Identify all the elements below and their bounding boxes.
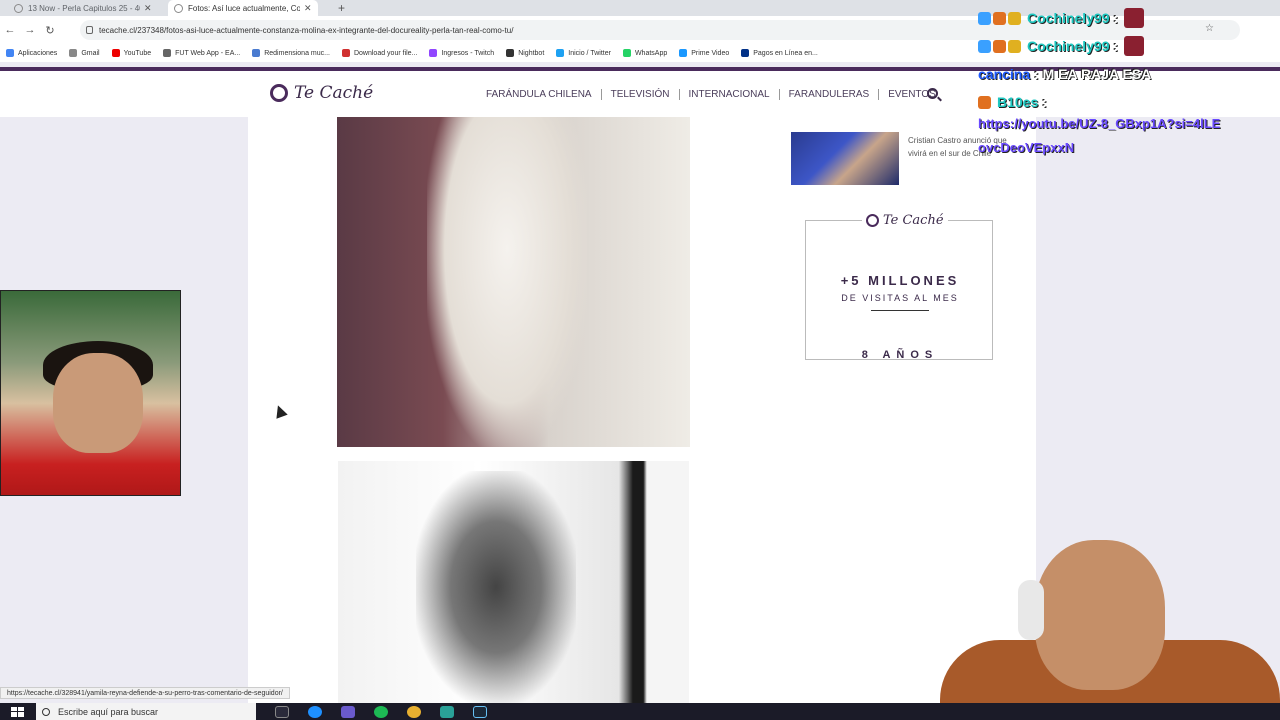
spotify-icon[interactable]: [374, 705, 388, 718]
bookmark-item[interactable]: Ingresos - Twitch: [429, 49, 494, 57]
ea-icon: [163, 49, 172, 57]
apps-icon: [6, 49, 14, 57]
bookmark-item[interactable]: Download your file...: [341, 49, 417, 57]
chat-message: Cochinely99 :: [978, 32, 1278, 60]
bookmark-item[interactable]: WhatsApp: [622, 49, 667, 57]
app-icon[interactable]: [341, 705, 355, 718]
os-taskbar: Escribe aquí para buscar: [0, 703, 1280, 720]
webcam-overlay-right: [940, 520, 1280, 703]
tab-tecache[interactable]: Fotos: Así luce actualmente, Co ✕: [168, 0, 318, 16]
chat-message: Cochinely99 :: [978, 4, 1278, 32]
whatsapp-icon: [622, 49, 631, 57]
bookmark-item[interactable]: Prime Video: [679, 49, 729, 57]
promo-headline: +5 MILLONES: [840, 273, 960, 288]
bookmark-item[interactable]: FUT Web App - EA...: [163, 49, 240, 57]
badge-icon: [978, 11, 991, 25]
steam-icon[interactable]: [473, 705, 487, 718]
promo-divider: [871, 310, 929, 311]
lock-icon: [86, 26, 93, 34]
badge-icon: [993, 39, 1006, 53]
close-icon[interactable]: ✕: [304, 3, 312, 14]
taskbar-search-field[interactable]: Escribe aquí para buscar: [36, 703, 256, 720]
link-status-bar: https://tecache.cl/328941/yamila-reyna-d…: [0, 687, 290, 699]
chat-username: B10es: [997, 94, 1039, 110]
taskbar-search-placeholder: Escribe aquí para buscar: [58, 706, 159, 717]
chat-link: https://youtu.be/UZ-8_GBxp1A?si=4lLEovcD…: [978, 116, 1221, 155]
promo-banner: Te Caché +5 MILLONES DE VISITAS AL MES 8…: [805, 213, 993, 361]
main-nav: FARÁNDULA CHILENA TELEVISIÓN INTERNACION…: [486, 89, 945, 100]
tab-favicon-icon: [174, 3, 183, 13]
article-photo: [338, 461, 689, 703]
site-logo[interactable]: Te Caché: [270, 83, 373, 103]
bookmark-item[interactable]: Gmail: [69, 49, 100, 57]
promo-subline: DE VISITAS AL MES: [841, 293, 959, 303]
nav-internacional[interactable]: INTERNACIONAL: [680, 89, 780, 100]
headset-icon: [1018, 580, 1044, 640]
url-text: tecache.cl/237348/fotos-asi-luce-actualm…: [99, 25, 514, 35]
twitter-icon: [556, 49, 565, 57]
nav-farandula-chilena[interactable]: FARÁNDULA CHILENA: [486, 89, 602, 100]
resize-icon: [252, 49, 261, 57]
forward-button[interactable]: →: [20, 24, 40, 36]
bookmark-item[interactable]: Redimensiona muc...: [252, 49, 330, 57]
webcam-overlay-left: [0, 290, 181, 496]
task-view-icon[interactable]: [275, 705, 289, 718]
nightbot-icon: [506, 49, 515, 57]
tab-favicon-icon: [14, 3, 23, 13]
prime-video-icon: [679, 49, 688, 57]
bookmark-item[interactable]: YouTube: [111, 49, 151, 57]
paypal-icon: [741, 49, 750, 57]
logo-mark-icon: [270, 84, 288, 102]
chat-username: Cochinely99: [1027, 38, 1110, 54]
article-photo: [337, 117, 690, 447]
twitch-icon: [429, 49, 438, 57]
badge-icon: [978, 95, 991, 109]
youtube-icon: [111, 49, 120, 57]
badge-icon: [1008, 39, 1021, 53]
badge-icon: [978, 39, 991, 53]
tab-label: Fotos: Así luce actualmente, Co: [188, 3, 300, 13]
nav-faranduleras[interactable]: FARANDULERAS: [780, 89, 880, 100]
bookmark-item[interactable]: Nightbot: [506, 49, 544, 57]
chat-username: Cochinely99: [1027, 10, 1110, 26]
close-icon[interactable]: ✕: [144, 3, 152, 14]
tab-label: 13 Now - Perla Capitulos 25 - 40: [28, 3, 140, 13]
chat-emote-icon: [1124, 8, 1145, 28]
chat-username: cancina: [978, 66, 1031, 82]
tab-perla[interactable]: 13 Now - Perla Capitulos 25 - 40 ✕: [8, 0, 158, 16]
app-icon[interactable]: [440, 705, 454, 718]
badge-icon: [1008, 11, 1021, 25]
stream-chat-overlay: Cochinely99 : Cochinely99 : cancina : M …: [978, 4, 1278, 160]
chat-emote-icon: [1124, 36, 1145, 56]
related-article-thumbnail[interactable]: [791, 132, 899, 185]
badge-icon: [993, 11, 1006, 25]
download-icon: [341, 49, 350, 57]
search-icon[interactable]: [927, 88, 938, 99]
chat-text: M EA RAJA ESA: [1042, 66, 1152, 82]
windows-start-icon[interactable]: [8, 704, 24, 720]
chrome-icon[interactable]: [407, 705, 421, 718]
bookmark-item[interactable]: Pagos en Línea en...: [741, 49, 818, 57]
new-tab-button[interactable]: +: [338, 1, 345, 15]
bookmark-item[interactable]: Aplicaciones: [6, 49, 57, 57]
bookmark-item[interactable]: Inicio / Twitter: [556, 49, 611, 57]
google-icon: [69, 49, 78, 57]
back-button[interactable]: ←: [0, 24, 20, 36]
promo-logo: Te Caché: [862, 213, 948, 228]
promo-years: 8 AÑOS: [861, 349, 939, 361]
search-icon: [42, 707, 50, 716]
edge-icon[interactable]: [308, 705, 322, 718]
reload-button[interactable]: ↻: [40, 24, 60, 37]
logo-mark-icon: [866, 214, 879, 227]
nav-television[interactable]: TELEVISIÓN: [602, 89, 680, 100]
chat-message: cancina : M EA RAJA ESA: [978, 66, 1152, 82]
